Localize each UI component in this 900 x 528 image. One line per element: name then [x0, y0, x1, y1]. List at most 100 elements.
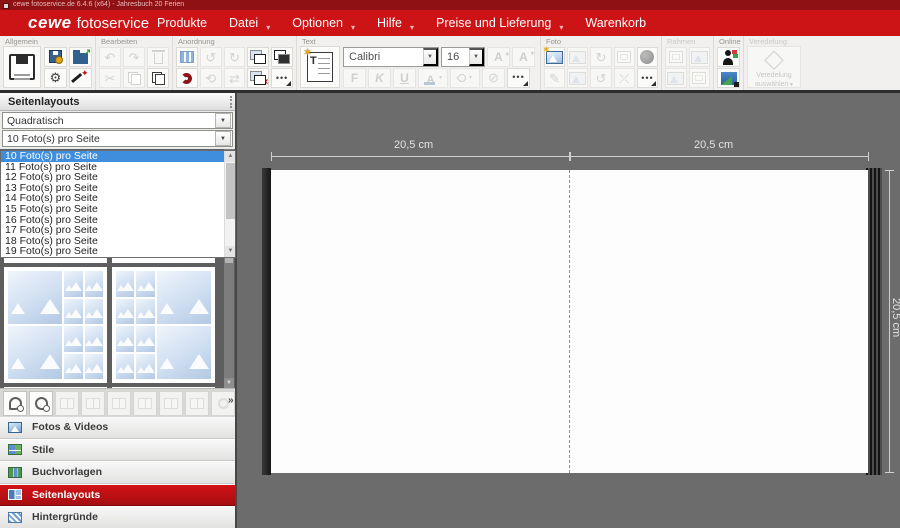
- flip-button[interactable]: ⇄: [224, 68, 246, 88]
- photo-flip-button[interactable]: ⤫: [614, 68, 635, 88]
- font-size-arrow[interactable]: [469, 48, 484, 66]
- photo-lock-button[interactable]: [567, 47, 588, 67]
- decrease-font-button[interactable]: A▾: [512, 47, 535, 67]
- frame-crop-button[interactable]: [689, 68, 711, 88]
- font-color-button[interactable]: A▾: [418, 68, 448, 88]
- layout-variant-1-button[interactable]: [55, 391, 79, 416]
- sidebar-item-hintergruende[interactable]: Hintergründe: [0, 507, 235, 528]
- rotate-left-button[interactable]: ↺: [200, 47, 222, 67]
- crop-icon: [692, 72, 706, 84]
- dimension-label-side: 20,5 cm: [890, 298, 900, 337]
- copy-button[interactable]: [123, 68, 145, 88]
- gear-icon: ⚙: [50, 71, 62, 84]
- sidebar-item-seitenlayouts[interactable]: Seitenlayouts: [0, 485, 235, 507]
- dropdown-option[interactable]: 19 Foto(s) pro Seite: [1, 246, 235, 257]
- dropdown-scrollbar[interactable]: ▲ ▼: [224, 151, 235, 257]
- send-backward-button[interactable]: [271, 47, 293, 67]
- font-increase-icon: A▴: [494, 50, 503, 64]
- layout-variant-3-button[interactable]: [107, 391, 131, 416]
- bring-forward-button[interactable]: [247, 47, 269, 67]
- add-photo-button[interactable]: ✶: [544, 47, 565, 67]
- menu-optionen[interactable]: Optionen ▾: [281, 11, 366, 35]
- layout-variant-5-button[interactable]: [159, 391, 183, 416]
- layout-variant-6-button[interactable]: [185, 391, 209, 416]
- photo-swap-button[interactable]: [614, 47, 635, 67]
- undo-button[interactable]: ↶: [99, 47, 121, 67]
- layout-thumbnail[interactable]: [112, 267, 215, 383]
- bold-button[interactable]: F: [343, 68, 366, 88]
- align-button[interactable]: [176, 47, 198, 67]
- redo-button[interactable]: ↷: [123, 47, 145, 67]
- layout-filter-b-button[interactable]: [29, 391, 53, 416]
- left-page[interactable]: [271, 170, 570, 473]
- window-title: cewe fotoservice.de 6.4.6 (x64) - Jahres…: [13, 1, 184, 9]
- more-icon: •••: [276, 74, 288, 83]
- assistant-button[interactable]: [69, 68, 92, 88]
- snap-button[interactable]: [176, 68, 198, 88]
- photo-lock2-button[interactable]: [567, 68, 588, 88]
- right-page[interactable]: [570, 170, 869, 473]
- layout-filter-a-button[interactable]: [3, 391, 27, 416]
- menu-datei[interactable]: Datei ▾: [218, 11, 281, 35]
- sidebar-item-stile[interactable]: Stile: [0, 440, 235, 462]
- edit-photo-button[interactable]: ✎: [544, 68, 565, 88]
- settings-button[interactable]: ⚙: [44, 68, 67, 88]
- fill-color-button[interactable]: ▾: [450, 68, 480, 88]
- panel-drag-handle[interactable]: [230, 96, 232, 108]
- increase-font-button[interactable]: A▴: [487, 47, 510, 67]
- scrollbar-thumb[interactable]: [226, 163, 235, 219]
- frame-style-icon: [667, 72, 684, 85]
- export-button[interactable]: [69, 47, 92, 67]
- menu-preise-und-lieferung[interactable]: Preise und Lieferung ▾: [425, 11, 574, 35]
- format-select-arrow[interactable]: [215, 113, 231, 128]
- foto-more-button[interactable]: •••: [637, 68, 658, 88]
- layout-variant-2-button[interactable]: [81, 391, 105, 416]
- sidebar-item-buchvorlagen[interactable]: Buchvorlagen: [0, 462, 235, 484]
- photo-count-select[interactable]: 10 Foto(s) pro Seite: [2, 130, 233, 147]
- save-button[interactable]: [3, 46, 41, 88]
- delete-button[interactable]: [147, 47, 169, 67]
- frame-style-button[interactable]: [665, 68, 687, 88]
- anordnung-more-button[interactable]: •••: [271, 68, 293, 88]
- tools-expand-chevron[interactable]: »: [228, 395, 234, 406]
- scroll-down-icon[interactable]: ▼: [225, 246, 236, 257]
- photo-rotate2-button[interactable]: ↺: [590, 68, 611, 88]
- menu-warenkorb[interactable]: Warenkorb: [574, 11, 657, 35]
- editor-canvas[interactable]: 20,5 cm 20,5 cm 20,5 cm: [239, 93, 900, 528]
- no-color-button[interactable]: ⊘: [482, 68, 505, 88]
- layout-variant-4-button[interactable]: [133, 391, 157, 416]
- share-button[interactable]: [717, 47, 740, 67]
- sidebar-navigation: Fotos & Videos Stile Buchvorlagen Seiten…: [0, 417, 235, 528]
- photo-count-select-arrow[interactable]: [215, 131, 231, 146]
- underline-button[interactable]: U: [393, 68, 416, 88]
- format-select[interactable]: Quadratisch: [2, 112, 233, 129]
- italic-button[interactable]: K: [368, 68, 391, 88]
- text-more-button[interactable]: •••: [507, 68, 530, 88]
- paste-button[interactable]: [147, 68, 169, 88]
- swap-photo-icon: [617, 51, 631, 63]
- grayscale-button[interactable]: [637, 47, 658, 67]
- dropdown-option[interactable]: 15 Foto(s) pro Seite: [1, 204, 235, 215]
- veredelung-select-button[interactable]: ◇ Veredelung auswählen: [747, 46, 801, 88]
- remove-element-button[interactable]: ×: [247, 68, 269, 88]
- photo-rotate-button[interactable]: ↻: [590, 47, 611, 67]
- scroll-down-icon[interactable]: ▼: [224, 378, 234, 388]
- frame-button[interactable]: [665, 47, 687, 67]
- rotate-right-button[interactable]: ↻: [224, 47, 246, 67]
- rotate-photo-icon: ↻: [596, 51, 607, 64]
- frame-photo-button[interactable]: [689, 47, 711, 67]
- font-size-select[interactable]: 16: [441, 47, 485, 67]
- menu-produkte[interactable]: Produkte: [146, 11, 218, 35]
- sidebar-item-fotos-videos[interactable]: Fotos & Videos: [0, 417, 235, 439]
- font-family-select[interactable]: Calibri: [343, 47, 439, 67]
- add-text-button[interactable]: ✶: [300, 46, 340, 88]
- layout-thumbnail[interactable]: [4, 267, 107, 383]
- dropdown-option[interactable]: 10 Foto(s) pro Seite: [1, 151, 235, 162]
- font-family-arrow[interactable]: [423, 48, 438, 66]
- scroll-up-icon[interactable]: ▲: [225, 151, 236, 162]
- flip-rotate-button[interactable]: ⟲: [200, 68, 222, 88]
- cut-button[interactable]: ✂: [99, 68, 121, 88]
- save-as-button[interactable]: [44, 47, 67, 67]
- menu-hilfe[interactable]: Hilfe ▾: [366, 11, 425, 35]
- online-album-button[interactable]: [717, 68, 740, 88]
